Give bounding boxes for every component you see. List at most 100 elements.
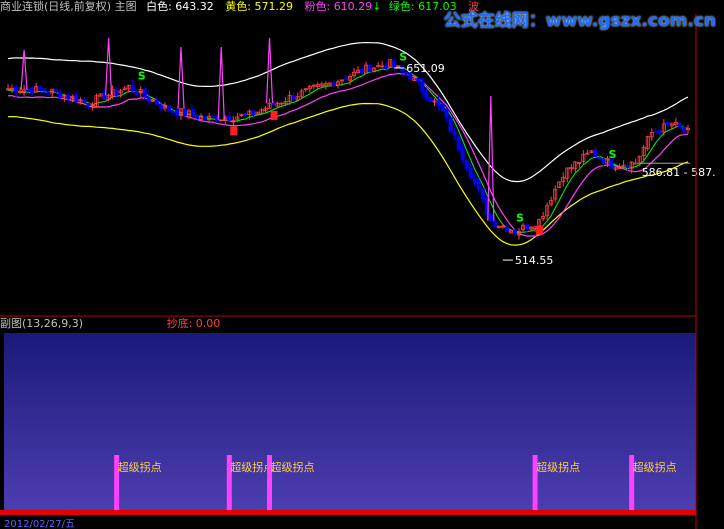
candle-body [488,214,493,222]
candle-body [195,114,200,119]
candle-body [384,64,389,69]
date-label: 2012/02/27/五 [4,519,75,529]
candle-body [251,110,256,116]
candle-body [504,227,509,232]
buy-signal-mark [270,110,278,120]
candle-body [525,224,530,230]
sell-signal-mark: S [516,211,524,224]
candle-body [130,84,135,92]
candle-body [343,78,348,81]
candle-body [134,91,139,95]
green-line-label: 绿色 [388,0,411,13]
candle-body [114,89,119,95]
buy-signal-mark [536,225,544,235]
yellow-line-label: 黄色 [225,0,248,13]
candle-body [203,116,208,119]
low-price-label: 514.55 [515,254,554,267]
candle-body [291,95,296,100]
candle-body [653,130,658,133]
candle-body [420,80,425,93]
candle-body [456,136,461,151]
candle-body [360,68,365,74]
candle-body [183,108,188,117]
stock-chart: SSSS651.09514.55586.81 - 587. 超级拐点 超级拐点超级… [0,0,724,529]
candle-body [170,111,175,113]
white-line-value: 643.32 [175,0,214,13]
down-arrow-icon: ↓ [372,0,382,13]
indicator-label: 抄底 [166,317,189,330]
candle-body [657,130,662,133]
candle-body [74,94,79,103]
candle-body [480,188,485,200]
candle-body [58,92,63,99]
candle-body [211,115,216,118]
candle-body [331,82,336,87]
candle-body [66,94,71,100]
chart-title: 商业连锁(日线,前复权) 主图 [0,0,137,13]
bottom-red-bar [0,510,696,515]
indicator-value: 0.00 [195,317,221,330]
candle-body [166,105,171,112]
candle-body [271,103,276,106]
pink-line-label: 粉色 [304,0,327,13]
signal-label: 超级拐点 [118,460,162,474]
signal-label: 超级拐点 [271,460,315,474]
white-line-label: 白色 [146,0,169,13]
candle-body [464,160,469,169]
candle-body [227,115,232,121]
candle-body [154,99,159,105]
candle-body [38,86,43,90]
signal-label: 超级拐点 [633,460,677,474]
candle-body [512,230,517,235]
candle-body [476,180,481,190]
watermark: 公式在线网：www.gszx.com.cn [443,11,716,31]
candle-body [14,86,19,93]
candle-body [436,100,441,106]
candle-body [42,88,47,92]
main-chart-header: 商业连锁(日线,前复权) 主图 白色: 643.32 黄色: 571.29 粉色… [0,0,480,13]
candle-body [191,108,196,116]
candle-body [665,121,670,125]
candle-body [146,97,151,102]
candle-body [601,158,606,164]
buy-signal-mark [230,126,238,136]
candle-body [428,97,433,102]
candle-body [492,220,497,227]
candle-body [368,64,373,73]
candle-body [424,91,429,99]
candle-body [625,165,630,168]
candle-body [593,149,598,157]
candle-body [416,77,421,83]
candle-body [243,113,248,116]
candle-body [452,131,457,136]
candle-body [440,103,445,111]
candle-body [681,127,686,132]
sub-chart-header: 副图(13,26,9,3) 抄底: 0.00 [0,317,221,330]
candle-body [392,61,397,68]
candle-body [30,88,35,94]
candle-body [174,110,179,116]
sell-signal-mark: S [138,69,146,82]
candle-body [86,102,91,106]
range-price-label: 586.81 - 587. [642,166,716,179]
candle-body [472,177,477,183]
sub-chart-title: 副图(13,26,9,3) [0,317,84,330]
sell-signal-mark: S [609,148,617,161]
candle-body [400,66,405,72]
candle-body [54,88,59,92]
high-price-label: 651.09 [406,62,445,75]
candle-body [597,157,602,159]
candle-body [158,104,163,109]
candle-body [82,99,87,103]
candle-body [142,88,147,97]
candle-body [46,91,51,94]
candle-body [460,148,465,161]
candle-body [677,122,682,128]
candle-body [468,167,473,178]
sub-panel-background [4,333,696,514]
signal-label: 超级拐点 [536,460,580,474]
yellow-line-value: 571.29 [254,0,293,13]
candle-body [444,109,449,118]
pink-line-value: 610.29 [333,0,373,13]
candle-body [448,117,453,132]
